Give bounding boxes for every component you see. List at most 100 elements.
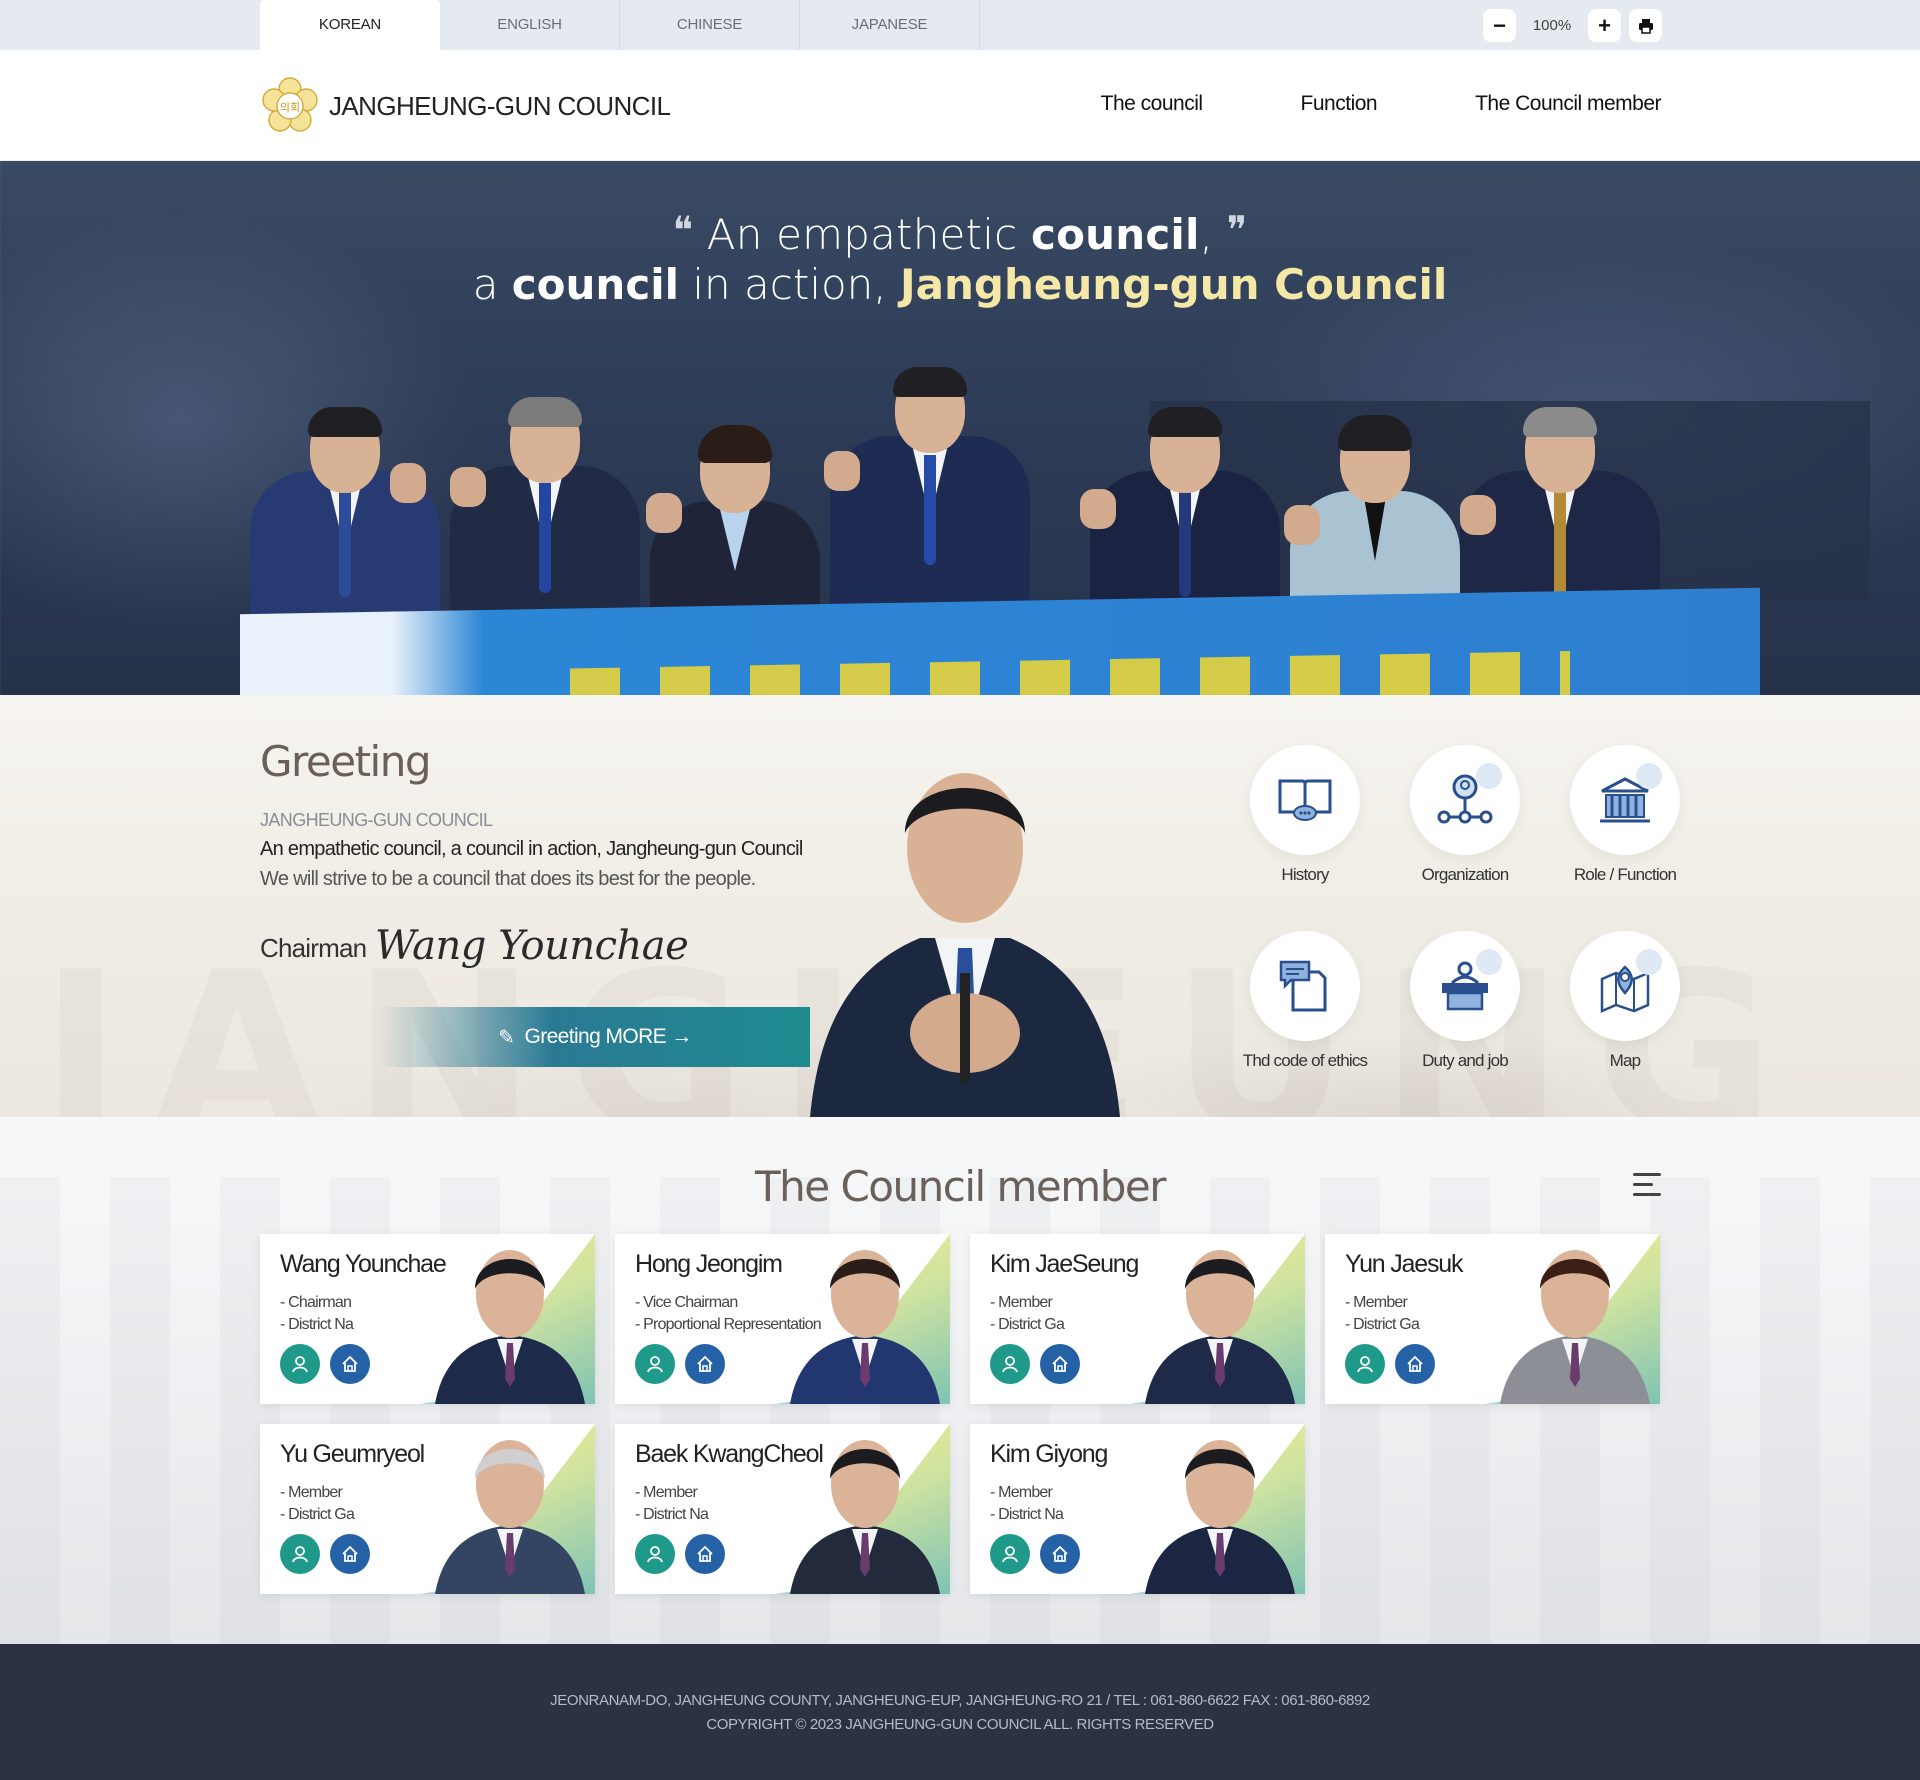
member-position: - Member (1345, 1294, 1408, 1311)
member-name: Yun Jaesuk (1345, 1250, 1463, 1278)
print-button[interactable] (1629, 9, 1662, 42)
decor-dot (1476, 763, 1502, 789)
member-card[interactable]: Baek KwangCheol - Member - District Na (615, 1424, 950, 1594)
greeting-more-button[interactable]: ✎ Greeting MORE → (380, 1007, 810, 1067)
greeting-section: JANGHEUNG Greeting JANGHEUNG-GUN COUNCIL… (0, 695, 1920, 1117)
quick-link-code-of-ethics[interactable]: Thd code of ethics (1225, 931, 1385, 1071)
quick-link-duty-and-job[interactable]: Duty and job (1385, 931, 1545, 1071)
member-profile-button[interactable] (280, 1534, 320, 1574)
print-icon (1638, 18, 1653, 34)
member-role: - Member - District Ga (990, 1292, 1065, 1336)
member-name: Baek KwangCheol (635, 1440, 824, 1468)
member-homepage-button[interactable] (1040, 1534, 1080, 1574)
quick-link-circle (1410, 745, 1520, 855)
member-profile-button[interactable] (1345, 1344, 1385, 1384)
member-card[interactable]: Wang Younchae - Chairman - District Na (260, 1234, 595, 1404)
member-homepage-button[interactable] (685, 1344, 725, 1384)
quick-link-role-function[interactable]: Role / Function (1545, 745, 1705, 885)
lang-tab-english[interactable]: ENGLISH (440, 0, 620, 50)
language-tabs: KOREAN ENGLISH CHINESE JAPANESE (260, 0, 980, 50)
member-actions (635, 1344, 725, 1384)
members-title: The Council member (755, 1162, 1166, 1211)
quick-link-label: Organization (1421, 865, 1510, 884)
hero-visual: ❝ An empathetic council, ❞ a council in … (0, 161, 1920, 695)
member-position: - Member (280, 1484, 343, 1501)
quick-link-organization[interactable]: Organization (1385, 745, 1545, 885)
lang-tab-chinese[interactable]: CHINESE (620, 0, 800, 50)
quick-link-label: Role / Function (1573, 865, 1677, 884)
member-role: - Member - District Ga (1345, 1292, 1420, 1336)
member-homepage-button[interactable] (1040, 1344, 1080, 1384)
quick-link-history[interactable]: History (1225, 745, 1385, 885)
decor-dot (1476, 949, 1502, 975)
member-profile-button[interactable] (990, 1534, 1030, 1574)
greeting-text-2: We will strive to be a council that does… (260, 868, 756, 890)
member-position: - Member (990, 1484, 1053, 1501)
lang-tab-korean[interactable]: KOREAN (260, 0, 440, 50)
home-icon (1407, 1355, 1423, 1372)
council-member-section: The Council member Wang Younchae - Chair… (0, 1117, 1920, 1644)
quick-link-map[interactable]: Map (1545, 931, 1705, 1071)
council-emblem-icon: 의회 (262, 77, 318, 132)
member-district: - District Na (990, 1506, 1064, 1523)
slogan-part: in action, (679, 260, 901, 309)
zoom-out-button[interactable]: − (1483, 9, 1516, 42)
language-bar: KOREAN ENGLISH CHINESE JAPANESE − 100% + (0, 0, 1920, 50)
member-homepage-button[interactable] (330, 1534, 370, 1574)
member-profile-button[interactable] (635, 1344, 675, 1384)
member-position: - Member (635, 1484, 698, 1501)
nav-council-member[interactable]: The Council member (1475, 92, 1661, 116)
member-name: Kim JaeSeung (990, 1250, 1139, 1278)
member-role: - Member - District Na (635, 1482, 709, 1526)
chairman-signature: Wang Younchae (375, 923, 689, 969)
document-chat-icon (1279, 960, 1327, 1012)
emblem-text: 의회 (280, 101, 300, 114)
member-profile-button[interactable] (635, 1534, 675, 1574)
members-menu-icon[interactable] (1633, 1173, 1661, 1197)
quick-link-label: History (1281, 865, 1329, 884)
member-actions (280, 1534, 370, 1574)
zoom-in-button[interactable]: + (1588, 9, 1621, 42)
member-position: - Vice Chairman (635, 1294, 738, 1311)
member-homepage-button[interactable] (330, 1344, 370, 1384)
member-card[interactable]: Hong Jeongim - Vice Chairman - Proportio… (615, 1234, 950, 1404)
member-actions (635, 1534, 725, 1574)
member-card[interactable]: Yu Geumryeol - Member - District Ga (260, 1424, 595, 1594)
member-profile-button[interactable] (990, 1344, 1030, 1384)
site-logo[interactable]: 의회 JANGHEUNG-GUN COUNCIL (260, 76, 671, 136)
member-card[interactable]: Kim Giyong - Member - District Na (970, 1424, 1305, 1594)
member-homepage-button[interactable] (1395, 1344, 1435, 1384)
person-icon (292, 1356, 308, 1373)
book-icon (1278, 779, 1332, 821)
pencil-icon: ✎ (498, 1026, 515, 1049)
greeting-subtitle: JANGHEUNG-GUN COUNCIL (260, 810, 493, 830)
quick-link-circle (1410, 931, 1520, 1041)
quick-link-circle (1250, 931, 1360, 1041)
main-nav: The council Function The Council member (1101, 92, 1662, 116)
quick-link-label: Duty and job (1422, 1051, 1509, 1070)
member-profile-button[interactable] (280, 1344, 320, 1384)
member-role: - Member - District Na (990, 1482, 1064, 1526)
chairman-photo (810, 773, 1120, 1117)
member-photo (435, 1440, 585, 1594)
site-footer: JEONRANAM-DO, JANGHEUNG COUNTY, JANGHEUN… (0, 1644, 1920, 1780)
member-district: - District Na (635, 1506, 709, 1523)
member-card[interactable]: Yun Jaesuk - Member - District Ga (1325, 1234, 1660, 1404)
member-actions (280, 1344, 370, 1384)
chairman-label: Chairman (260, 933, 367, 963)
decor-dot (1636, 763, 1662, 789)
nav-the-council[interactable]: The council (1101, 92, 1203, 116)
nav-function[interactable]: Function (1301, 92, 1378, 116)
member-card[interactable]: Kim JaeSeung - Member - District Ga (970, 1234, 1305, 1404)
member-name: Hong Jeongim (635, 1250, 783, 1278)
member-role: - Vice Chairman - Proportional Represent… (635, 1292, 822, 1336)
person-icon (1002, 1546, 1018, 1563)
site-name: JANGHEUNG-GUN COUNCIL (329, 90, 671, 121)
member-homepage-button[interactable] (685, 1534, 725, 1574)
member-photo (1145, 1250, 1295, 1404)
slogan-part: a (472, 260, 512, 309)
lang-tab-japanese[interactable]: JAPANESE (800, 0, 980, 50)
home-icon (697, 1545, 713, 1562)
banner-lettering (570, 651, 1570, 695)
member-district: - Proportional Representation (635, 1316, 822, 1333)
